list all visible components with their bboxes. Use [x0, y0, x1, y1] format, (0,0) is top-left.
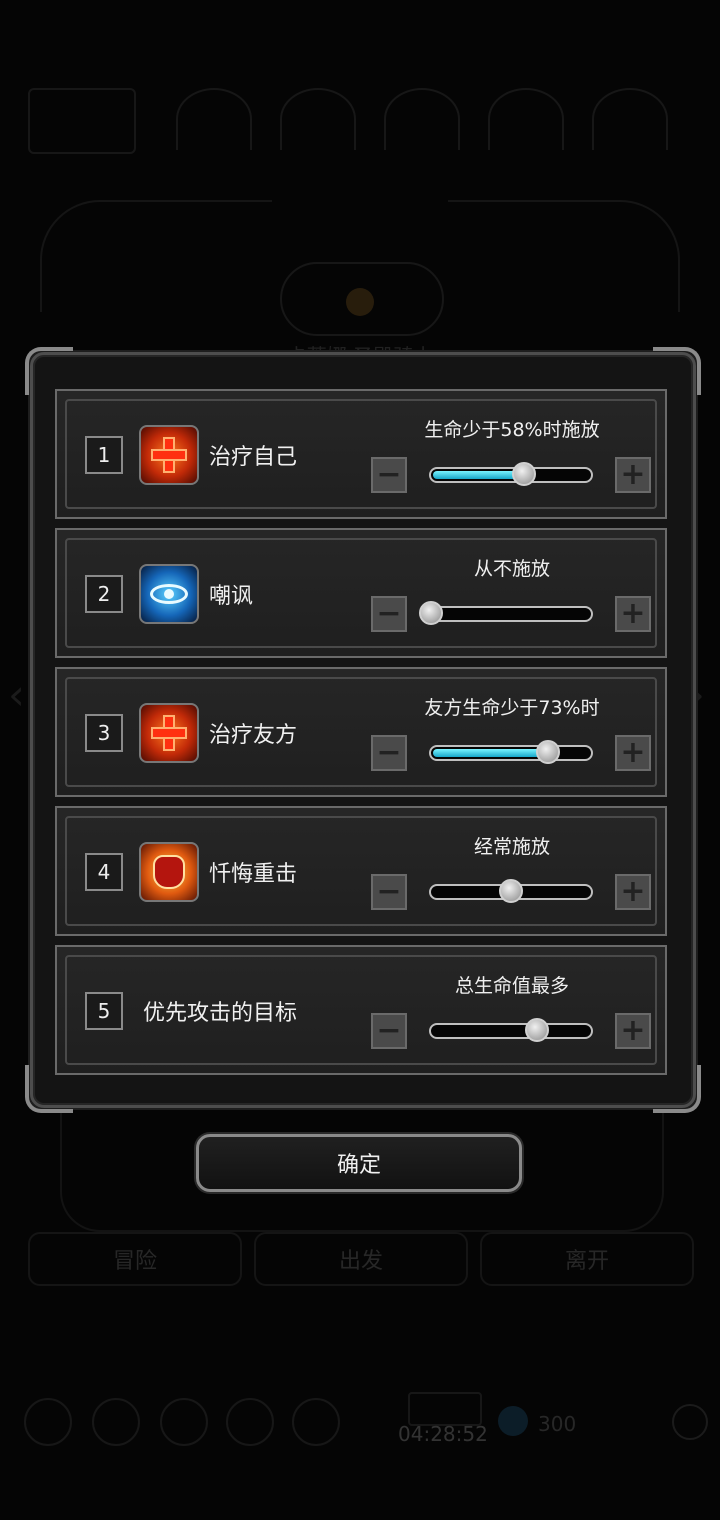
menu-icon — [226, 1398, 274, 1446]
slider-knob[interactable] — [524, 1018, 549, 1042]
skill-orb-icon — [280, 88, 356, 150]
ornament-corner — [25, 347, 73, 395]
priority-number: 4 — [85, 853, 123, 891]
skill-row: 3 治疗友方 友方生命少于73%时 − + — [55, 667, 667, 797]
adventure-button: 冒险 — [28, 1232, 242, 1286]
heal-cross-icon — [139, 425, 199, 485]
decrease-button[interactable]: − — [371, 457, 407, 493]
target-slider[interactable] — [429, 1018, 593, 1042]
settings-icon — [672, 1404, 708, 1440]
priority-number: 5 — [85, 992, 123, 1030]
portrait-frame — [28, 88, 136, 154]
slider-knob[interactable] — [419, 601, 443, 625]
ornament-wing-left — [40, 200, 272, 312]
slider-fill — [433, 471, 522, 479]
threshold-slider[interactable] — [429, 462, 593, 486]
threshold-slider[interactable] — [419, 601, 593, 625]
skill-name: 嘲讽 — [209, 584, 254, 609]
fist-icon — [139, 842, 199, 902]
decrease-button[interactable]: − — [371, 874, 407, 910]
timer-frame — [408, 1392, 482, 1426]
decrease-button[interactable]: − — [371, 735, 407, 771]
skill-orb-icon — [488, 88, 564, 150]
condition-text: 总生命值最多 — [454, 975, 569, 997]
condition-text: 友方生命少于73%时 — [424, 697, 600, 719]
crest-emblem-icon — [346, 288, 374, 316]
condition-text: 从不施放 — [473, 558, 550, 580]
skill-name: 治疗自己 — [209, 445, 298, 470]
condition-text: 生命少于58%时施放 — [424, 419, 600, 441]
game-screen: 卡蒂娜 圣殿骑士 ‹ › 冒险 出发 离开 04:28:52 300 1 治疗自… — [0, 0, 720, 1520]
menu-icon — [160, 1398, 208, 1446]
skill-orb-icon — [176, 88, 252, 150]
menu-icon — [292, 1398, 340, 1446]
increase-button[interactable]: + — [615, 1013, 651, 1049]
taunt-eye-icon — [139, 564, 199, 624]
increase-button[interactable]: + — [615, 874, 651, 910]
slider-knob[interactable] — [535, 740, 560, 764]
priority-number: 3 — [85, 714, 123, 752]
priority-number: 2 — [85, 575, 123, 613]
decrease-button[interactable]: − — [371, 596, 407, 632]
timer-text: 04:28:52 — [398, 1422, 488, 1446]
slider-knob[interactable] — [511, 462, 536, 486]
skill-name: 治疗友方 — [209, 723, 298, 748]
increase-button[interactable]: + — [615, 457, 651, 493]
leave-button: 离开 — [480, 1232, 694, 1286]
skill-orb-icon — [592, 88, 668, 150]
menu-icon — [24, 1398, 72, 1446]
slider-knob[interactable] — [499, 879, 523, 903]
decrease-button[interactable]: − — [371, 1013, 407, 1049]
ornament-corner — [653, 347, 701, 395]
heal-cross-icon — [139, 703, 199, 763]
priority-number: 1 — [85, 436, 123, 474]
skill-orb-icon — [384, 88, 460, 150]
condition-text: 经常施放 — [473, 836, 550, 858]
skill-row: 5 优先攻击的目标 总生命值最多 − + — [55, 945, 667, 1075]
confirm-button[interactable]: 确定 — [196, 1134, 522, 1192]
gem-icon — [498, 1406, 528, 1436]
slider-fill — [433, 749, 546, 757]
increase-button[interactable]: + — [615, 735, 651, 771]
gem-count: 300 — [538, 1412, 577, 1436]
skill-row: 2 嘲讽 从不施放 − + — [55, 528, 667, 658]
arrow-left-icon: ‹ — [8, 670, 25, 719]
frequency-slider[interactable] — [429, 879, 593, 903]
ornament-wing-right — [448, 200, 680, 312]
skill-row: 1 治疗自己 生命少于58%时施放 − + — [55, 389, 667, 519]
menu-icon — [92, 1398, 140, 1446]
target-priority-label: 优先攻击的目标 — [143, 1001, 298, 1026]
depart-button: 出发 — [254, 1232, 468, 1286]
threshold-slider[interactable] — [429, 740, 593, 764]
skill-name: 忏悔重击 — [209, 862, 298, 887]
skill-settings-dialog: 1 治疗自己 生命少于58%时施放 − + 2 嘲讽 从不施放 − + 3 治疗… — [25, 347, 701, 1113]
increase-button[interactable]: + — [615, 596, 651, 632]
skill-row: 4 忏悔重击 经常施放 − + — [55, 806, 667, 936]
